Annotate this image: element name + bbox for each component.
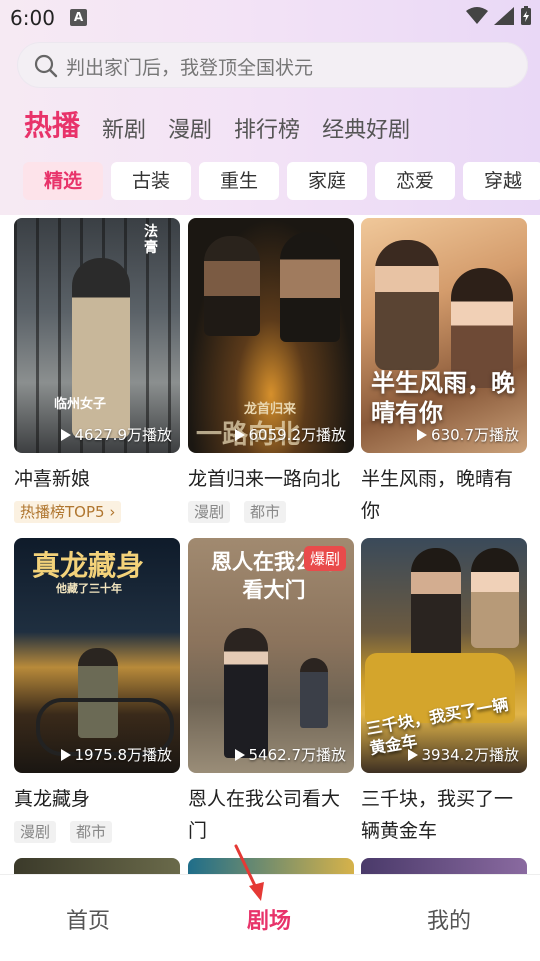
chip-time-travel[interactable]: 穿越	[463, 162, 540, 200]
poster-subtitle: 他藏了三十年	[56, 582, 122, 595]
genre-tag: 漫剧	[14, 821, 57, 843]
drama-title: 冲喜新娘	[14, 468, 91, 490]
play-count: 5462.7万播放	[234, 744, 346, 765]
drama-title: 龙首归来一路向北	[188, 468, 341, 490]
genre-tag: 都市	[70, 821, 113, 843]
poster-figure	[300, 658, 328, 728]
drama-poster[interactable]: 法膏 临州女子 4627.9万播放	[14, 218, 180, 453]
play-icon	[60, 428, 71, 441]
play-count: 4627.9万播放	[60, 424, 172, 445]
drama-card[interactable]: 法膏 临州女子 4627.9万播放 冲喜新娘 热播榜TOP5 ›	[14, 218, 180, 523]
genre-chips: 精选 古装 重生 家庭 恋爱 穿越	[0, 162, 540, 200]
search-icon	[34, 54, 58, 78]
nav-profile[interactable]: 我的	[427, 903, 471, 935]
hot-badge: 爆剧	[303, 546, 346, 571]
drama-title: 半生风雨，晚晴有你	[361, 468, 514, 522]
poster-side-text: 法膏	[144, 224, 158, 256]
drama-title: 恩人在我公司看大门	[188, 788, 341, 842]
drama-title: 真龙藏身	[14, 788, 91, 810]
notification-icon: A	[70, 9, 87, 26]
play-count: 6059.2万播放	[234, 424, 346, 445]
poster-figure	[375, 240, 439, 370]
drama-poster[interactable]: 三千块，我买了一辆黄金车 3934.2万播放	[361, 538, 527, 773]
poster-title: 临州女子	[54, 397, 107, 412]
drama-title: 三千块，我买了一辆黄金车	[361, 788, 514, 842]
status-bar: 6:00 A	[0, 0, 540, 38]
poster-figure	[224, 628, 268, 758]
drama-poster[interactable]: 半生风雨，晚晴有你 630.7万播放	[361, 218, 527, 453]
drama-card[interactable]: 三千块，我买了一辆黄金车 3934.2万播放 三千块，我买了一辆黄金车	[361, 538, 527, 842]
search-placeholder: 判出家门后，我登顶全国状元	[66, 57, 314, 79]
poster-figure	[471, 548, 519, 648]
signal-icon	[494, 7, 514, 25]
drama-card[interactable]: 恩人在我公司看大门 爆剧 5462.7万播放 恩人在我公司看大门	[188, 538, 354, 842]
poster-figure	[411, 548, 461, 658]
chip-rebirth[interactable]: 重生	[199, 162, 279, 200]
tab-comic[interactable]: 漫剧	[168, 112, 212, 144]
play-icon	[234, 428, 245, 441]
play-icon	[417, 428, 428, 441]
poster-figure	[204, 236, 260, 336]
play-icon	[60, 748, 71, 761]
play-count: 630.7万播放	[417, 424, 519, 445]
tab-new[interactable]: 新剧	[102, 112, 146, 144]
drama-poster[interactable]: 恩人在我公司看大门 爆剧 5462.7万播放	[188, 538, 354, 773]
play-icon	[234, 748, 245, 761]
play-count: 3934.2万播放	[407, 744, 519, 765]
battery-icon	[521, 6, 531, 25]
drama-poster[interactable]: 龙首归来 一路向北 6059.2万播放	[188, 218, 354, 453]
chevron-right-icon: ›	[104, 503, 116, 521]
chip-featured[interactable]: 精选	[23, 162, 103, 200]
rank-badge[interactable]: 热播榜TOP5 ›	[14, 501, 122, 523]
tab-hot[interactable]: 热播	[24, 104, 80, 144]
play-icon	[407, 748, 418, 761]
play-count: 1975.8万播放	[60, 744, 172, 765]
drama-card[interactable]: 龙首归来 一路向北 6059.2万播放 龙首归来一路向北 漫剧 都市	[188, 218, 354, 523]
nav-theater[interactable]: 剧场	[247, 903, 291, 935]
pointer-arrow-icon	[234, 844, 264, 901]
tab-classic[interactable]: 经典好剧	[322, 112, 410, 144]
poster-title: 真龙藏身	[32, 549, 145, 582]
wifi-icon	[466, 7, 488, 24]
nav-home[interactable]: 首页	[66, 903, 110, 935]
genre-tag: 都市	[244, 501, 287, 523]
drama-card[interactable]: 半生风雨，晚晴有你 630.7万播放 半生风雨，晚晴有你	[361, 218, 527, 522]
search-bar[interactable]: 判出家门后，我登顶全国状元	[17, 42, 528, 88]
system-icons	[466, 6, 532, 26]
chip-family[interactable]: 家庭	[287, 162, 367, 200]
status-time: 6:00	[10, 6, 55, 30]
drama-poster[interactable]: 真龙藏身 他藏了三十年 1975.8万播放	[14, 538, 180, 773]
chip-costume[interactable]: 古装	[111, 162, 191, 200]
category-tabs: 热播 新剧 漫剧 排行榜 经典好剧	[24, 104, 432, 144]
poster-title: 半生风雨，晚晴有你	[371, 368, 515, 427]
poster-figure	[280, 232, 340, 342]
chip-romance[interactable]: 恋爱	[375, 162, 455, 200]
tab-ranking[interactable]: 排行榜	[234, 112, 300, 144]
bottom-nav: 首页 剧场 我的	[0, 874, 540, 961]
drama-card[interactable]: 真龙藏身 他藏了三十年 1975.8万播放 真龙藏身 漫剧 都市	[14, 538, 180, 843]
genre-tag: 漫剧	[188, 501, 231, 523]
